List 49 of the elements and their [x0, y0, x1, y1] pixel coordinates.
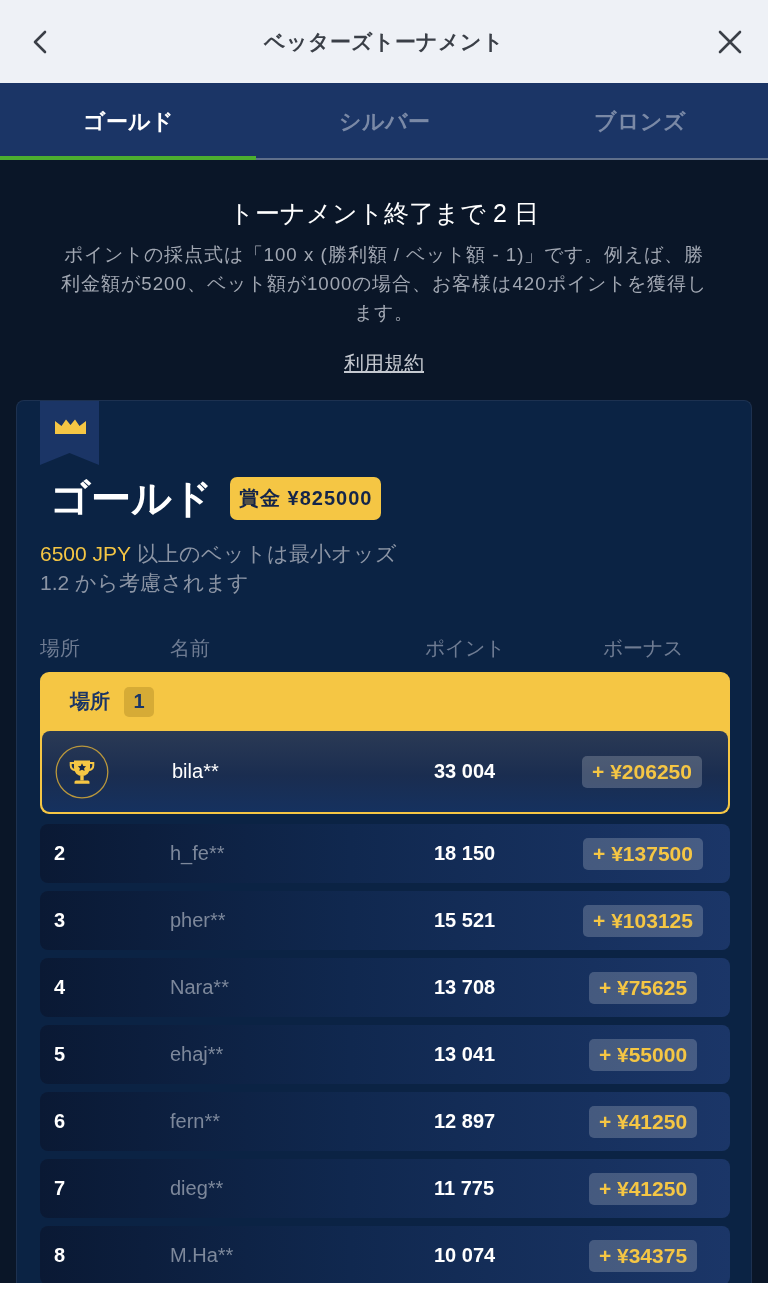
rank-number: 2: [53, 842, 67, 865]
column-header: 名前: [170, 636, 211, 661]
place-badge: 1: [124, 686, 154, 717]
player-name: ehaj**: [170, 1043, 225, 1066]
rank-number: 8: [53, 1244, 67, 1267]
points-value: 11 775: [433, 1177, 496, 1200]
bonus-amount-badge: + ¥103125: [583, 904, 703, 937]
points-value: 12 897: [433, 1110, 497, 1133]
points-value: 33 004: [433, 760, 497, 783]
points-value: 13 708: [433, 976, 497, 999]
player-name: bila**: [171, 760, 220, 783]
player-name: pher**: [170, 909, 227, 932]
bonus-amount-badge: + ¥75625: [588, 971, 698, 1004]
bonus-amount-badge: + ¥55000: [588, 1038, 698, 1071]
tier-title: ゴールド: [50, 475, 213, 521]
player-name: dieg**: [170, 1177, 225, 1200]
bonus-amount-badge: + ¥41250: [588, 1172, 698, 1205]
points-value: 15 521: [433, 909, 497, 932]
place-label: 場所: [70, 689, 110, 714]
column-header: 場所: [40, 636, 81, 661]
scoring-description: ポイントの採点式は「100 x (勝利額 / ベット額 - 1)」です。例えば、勝利金額が5200、ベット額が1000の場合、お客様は420ポイントを獲得します。: [60, 243, 708, 325]
rank-number: 3: [53, 909, 67, 932]
player-name: h_fe**: [170, 842, 226, 865]
column-header: ボーナス: [603, 636, 683, 661]
rank-number: 5: [53, 1043, 67, 1066]
min-bet-note: 6500 JPY 以上のベットは最小オッズ 1.2 から考慮されます: [40, 541, 398, 596]
rank-number: 7: [53, 1177, 67, 1200]
trophy-icon: [55, 744, 109, 799]
points-value: 13 041: [433, 1043, 497, 1066]
player-name: Nara**: [170, 976, 230, 999]
bonus-amount-badge: + ¥41250: [588, 1105, 698, 1138]
tab[interactable]: ゴールド: [0, 83, 256, 160]
page-title: ベッターズトーナメント: [262, 28, 505, 55]
points-value: 10 074: [433, 1244, 497, 1267]
player-name: M.Ha**: [170, 1244, 235, 1267]
column-header: ポイント: [425, 636, 506, 661]
points-value: 18 150: [433, 842, 497, 865]
player-name: fern**: [170, 1110, 222, 1133]
bonus-amount-badge: + ¥34375: [588, 1239, 698, 1272]
bonus-amount-badge: + ¥206250: [582, 755, 702, 788]
crown-ribbon-icon: [40, 401, 99, 465]
tournament-countdown: トーナメント終了まで 2 日: [228, 198, 540, 229]
rank-number: 4: [53, 976, 67, 999]
terms-link[interactable]: 利用規約: [344, 349, 424, 377]
rank-number: 6: [53, 1110, 67, 1133]
close-icon: [718, 29, 742, 54]
prize-badge: 賞金 ¥825000: [230, 476, 382, 520]
chevron-left-icon: [32, 29, 48, 54]
bonus-amount-badge: + ¥137500: [583, 837, 703, 870]
